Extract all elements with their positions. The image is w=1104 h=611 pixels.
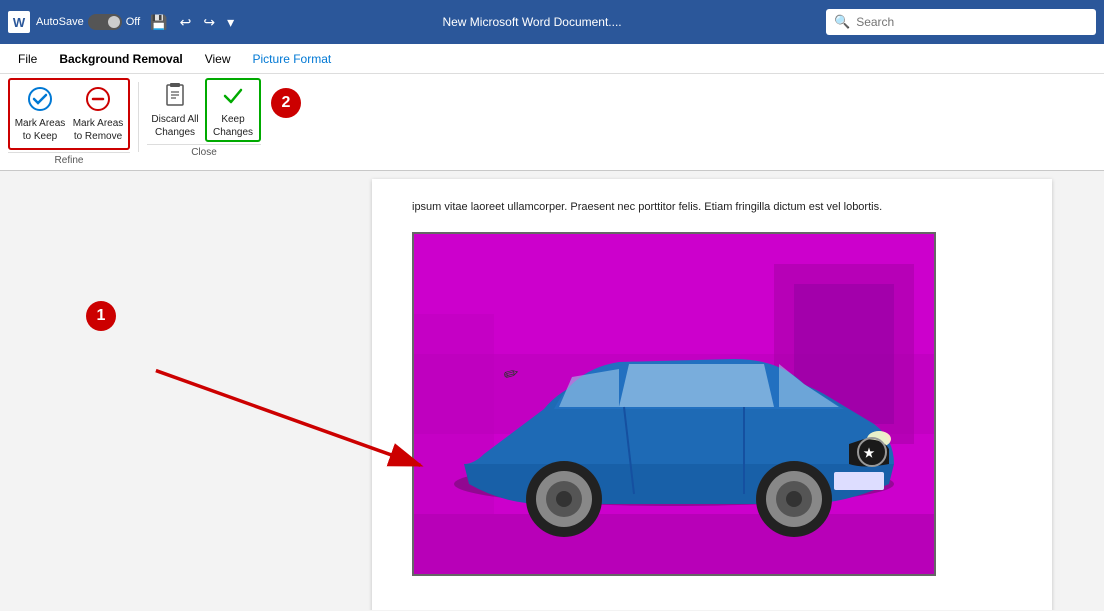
close-buttons: Discard All Changes Keep Changes xyxy=(147,78,261,142)
save-icon[interactable]: 💾 xyxy=(146,12,171,33)
discard-label: Discard All Changes xyxy=(149,113,201,139)
keep-changes-label: Keep Changes xyxy=(209,113,257,139)
ribbon-separator-1 xyxy=(138,82,139,152)
autosave-label: AutoSave xyxy=(36,16,84,28)
left-panel: 1 xyxy=(0,171,320,610)
menu-bar: File Background Removal View Picture For… xyxy=(0,44,1104,74)
doc-page: ipsum vitae laoreet ullamcorper. Praesen… xyxy=(372,179,1052,610)
refine-box: Mark Areas to Keep Mark Areas to Remove xyxy=(8,78,130,150)
discard-changes-button[interactable]: Discard All Changes xyxy=(147,78,203,142)
ribbon-group-close: Discard All Changes Keep Changes Close xyxy=(147,78,261,162)
mark-keep-icon xyxy=(24,85,56,113)
doc-title: New Microsoft Word Document.... xyxy=(244,15,820,29)
mark-remove-label: Mark Areas to Remove xyxy=(72,117,124,143)
redo-icon[interactable]: ↪ xyxy=(199,12,219,33)
mark-remove-button[interactable]: Mark Areas to Remove xyxy=(70,82,126,146)
keep-changes-icon xyxy=(217,81,249,109)
menu-background-removal[interactable]: Background Removal xyxy=(49,48,192,70)
undo-icon[interactable]: ↩ xyxy=(176,12,196,33)
close-group-label: Close xyxy=(147,144,261,162)
image-container[interactable]: ★ ✏ xyxy=(412,232,936,576)
menu-picture-format[interactable]: Picture Format xyxy=(243,48,342,70)
word-logo: W xyxy=(8,11,30,33)
badge-1: 1 xyxy=(86,301,116,331)
titlebar-icons: 💾 ↩ ↪ ▾ xyxy=(146,12,238,33)
mark-remove-icon xyxy=(82,85,114,113)
refine-buttons: Mark Areas to Keep Mark Areas to Remove xyxy=(12,82,126,146)
autosave-area: AutoSave Off xyxy=(36,14,140,30)
badge-2: 2 xyxy=(271,88,301,118)
toggle-knob xyxy=(108,16,120,28)
car-image: ★ ✏ xyxy=(414,234,934,574)
search-bar[interactable]: 🔍 xyxy=(826,9,1096,35)
mark-keep-label: Mark Areas to Keep xyxy=(14,117,66,143)
car-svg: ★ xyxy=(424,264,924,564)
right-panel: ipsum vitae laoreet ullamcorper. Praesen… xyxy=(320,171,1104,610)
toggle-state: Off xyxy=(126,16,140,28)
mark-keep-button[interactable]: Mark Areas to Keep xyxy=(12,82,68,146)
search-icon: 🔍 xyxy=(834,14,850,30)
menu-view[interactable]: View xyxy=(195,48,241,70)
ribbon: Mark Areas to Keep Mark Areas to Remove … xyxy=(0,74,1104,171)
menu-file[interactable]: File xyxy=(8,48,47,70)
ribbon-group-refine: Mark Areas to Keep Mark Areas to Remove … xyxy=(8,78,130,170)
search-input[interactable] xyxy=(856,15,1076,29)
refine-group-label: Refine xyxy=(8,152,130,170)
discard-icon xyxy=(159,81,191,109)
autosave-toggle[interactable] xyxy=(88,14,122,30)
more-icon[interactable]: ▾ xyxy=(223,12,238,33)
svg-text:★: ★ xyxy=(864,446,875,460)
doc-text-1: ipsum vitae laoreet ullamcorper. Praesen… xyxy=(412,199,1012,216)
keep-changes-button[interactable]: Keep Changes xyxy=(205,78,261,142)
content-area: 1 ipsum vitae laoreet ullamcorper. Praes… xyxy=(0,171,1104,610)
title-bar: W AutoSave Off 💾 ↩ ↪ ▾ New Microsoft Wor… xyxy=(0,0,1104,44)
